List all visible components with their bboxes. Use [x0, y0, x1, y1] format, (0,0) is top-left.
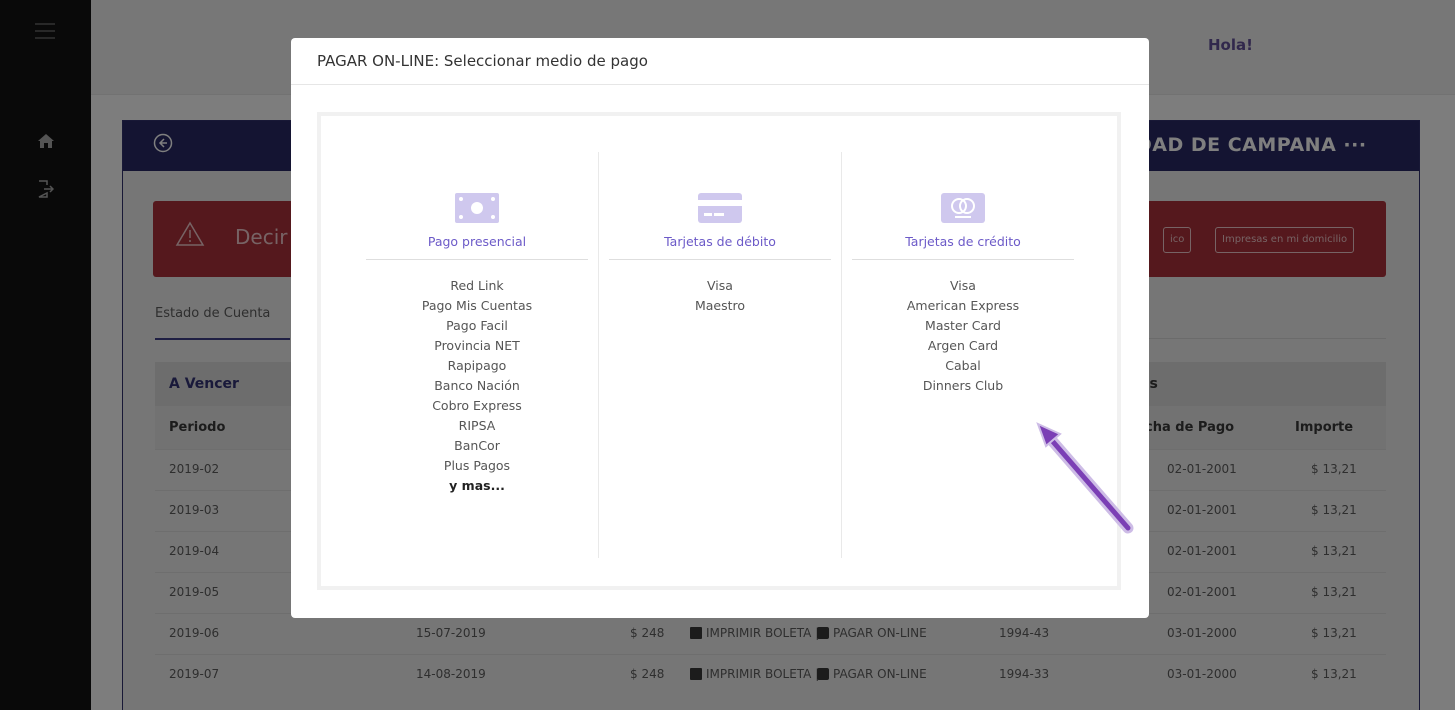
column-separator	[598, 152, 599, 558]
option-title: Tarjetas de crédito	[905, 234, 1021, 249]
payment-option-credito[interactable]: Tarjetas de crédito Visa American Expres…	[852, 148, 1074, 396]
list-item: Master Card	[925, 318, 1001, 333]
option-title: Tarjetas de débito	[664, 234, 776, 249]
list-item: Rapipago	[447, 358, 507, 373]
list-item: Visa	[950, 278, 976, 293]
list-item: Argen Card	[927, 338, 999, 353]
payment-option-debito[interactable]: Tarjetas de débito Visa Maestro	[609, 148, 831, 316]
cash-icon	[454, 192, 500, 224]
option-divider	[852, 259, 1074, 260]
list-item: RIPSA	[458, 418, 496, 433]
list-item: American Express	[906, 298, 1020, 313]
list-item: Red Link	[450, 278, 504, 293]
more-label: y mas...	[449, 478, 505, 493]
annotation-arrow	[1030, 420, 1140, 540]
credit-card-icon	[697, 192, 743, 224]
list-item: Visa	[707, 278, 733, 293]
column-separator	[841, 152, 842, 558]
list-item: Cobro Express	[432, 398, 522, 413]
list-item: BanCor	[454, 438, 500, 453]
list-item: Pago Mis Cuentas	[421, 298, 533, 313]
payment-method-modal: PAGAR ON-LINE: Seleccionar medio de pago…	[291, 38, 1149, 618]
list-item: Banco Nación	[434, 378, 520, 393]
option-list: Visa American Express Master Card Argen …	[852, 276, 1074, 396]
list-item: Plus Pagos	[443, 458, 511, 473]
payment-option-presencial[interactable]: Pago presencial Red Link Pago Mis Cuenta…	[366, 148, 588, 496]
option-title: Pago presencial	[427, 234, 527, 249]
modal-divider	[291, 84, 1149, 85]
list-item: Provincia NET	[434, 338, 520, 353]
option-list: Visa Maestro	[609, 276, 831, 316]
option-divider	[609, 259, 831, 260]
mastercard-icon	[940, 192, 986, 224]
list-item: Pago Facil	[446, 318, 508, 333]
list-item: Maestro	[694, 298, 746, 313]
payment-options-panel: Pago presencial Red Link Pago Mis Cuenta…	[317, 112, 1121, 590]
list-item: Cabal	[945, 358, 981, 373]
modal-title: PAGAR ON-LINE: Seleccionar medio de pago	[317, 52, 648, 70]
option-divider	[366, 259, 588, 260]
option-list: Red Link Pago Mis Cuentas Pago Facil Pro…	[366, 276, 588, 496]
list-item: Dinners Club	[922, 378, 1004, 393]
